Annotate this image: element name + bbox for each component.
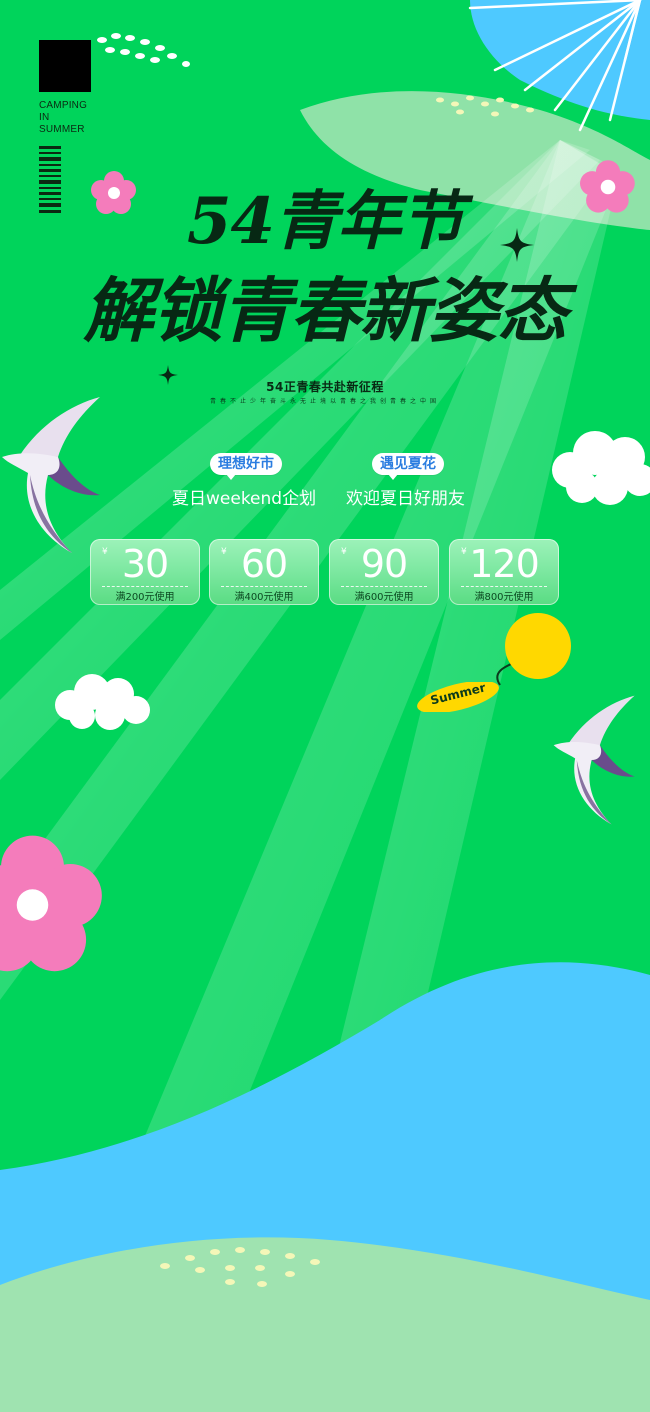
coupon-divider — [102, 586, 188, 587]
swallow-bird-icon — [2, 397, 100, 553]
tag-pill-2: 遇见夏花 — [372, 453, 444, 480]
coupon-card[interactable]: ¥ 30 满200元使用 — [90, 539, 200, 605]
swallow-bird-icon — [553, 695, 635, 825]
coupon-card[interactable]: ¥ 60 满400元使用 — [209, 539, 319, 605]
coupon-amount: 60 — [240, 542, 288, 586]
coupon-amount: 30 — [121, 542, 169, 586]
coupon-condition: 满800元使用 — [474, 592, 534, 603]
coupon-condition: 满400元使用 — [234, 592, 294, 603]
coupon-amount: 90 — [360, 542, 408, 586]
coupon-divider — [461, 586, 547, 587]
coupon-amount: 120 — [469, 542, 540, 586]
tag-desc-2: 欢迎夏日好朋友 — [346, 489, 465, 509]
summer-tag: Summer — [415, 680, 501, 712]
tag-pill-1: 理想好市 — [210, 453, 282, 480]
brand-logo-square — [39, 40, 91, 92]
coupon-card[interactable]: ¥ 90 满600元使用 — [329, 539, 439, 605]
brand-line-2: IN — [39, 112, 50, 123]
subtitle: 54正青春共赴新征程 — [266, 380, 384, 394]
dots-top-left — [97, 33, 190, 67]
brand-text: CAMPING IN SUMMER — [39, 100, 109, 136]
poster: CAMPING IN SUMMER 54青年节 解锁青春新姿态 54正青春共赴新… — [0, 0, 650, 1412]
coupon-card[interactable]: ¥ 120 满800元使用 — [449, 539, 559, 605]
page-title-line-1: 54青年节 — [186, 184, 464, 259]
brand-line-1: CAMPING — [39, 100, 88, 111]
page-title-line-2: 解锁青春新姿态 — [83, 269, 568, 352]
coupon-condition: 满200元使用 — [115, 592, 175, 603]
brand-line-3: SUMMER — [39, 124, 85, 135]
flower-icon — [0, 835, 102, 972]
coupon-divider — [341, 586, 427, 587]
cloud-icon — [55, 674, 150, 730]
coupon-divider — [221, 586, 307, 587]
coupon-condition: 满600元使用 — [354, 592, 414, 603]
cloud-icon — [552, 431, 650, 505]
tag-desc-1: 夏日weekend企划 — [172, 489, 317, 509]
